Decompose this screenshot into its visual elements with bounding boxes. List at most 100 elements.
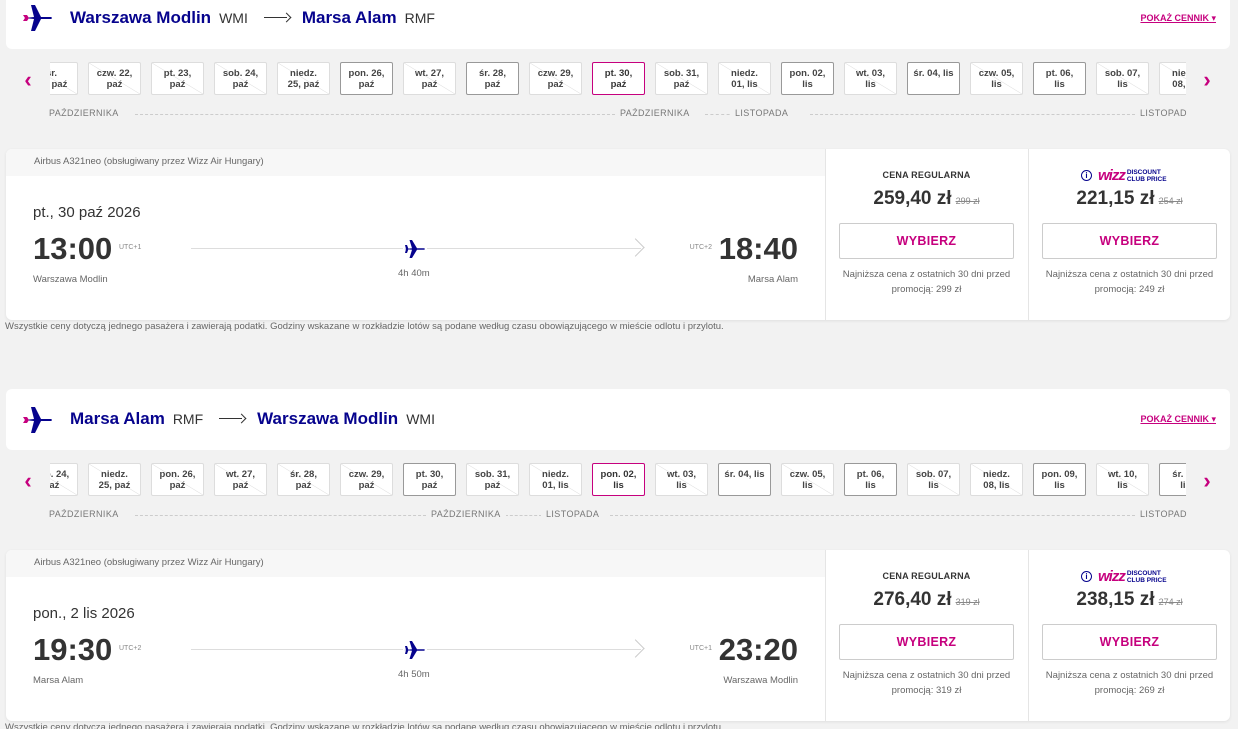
date-cell-day: niedz. — [731, 68, 758, 79]
date-cell-month: lis — [991, 79, 1002, 90]
date-cell-day: niedz. — [1172, 68, 1186, 79]
date-cell[interactable]: niedz. 25, paź — [88, 463, 141, 496]
date-cell-day: niedz. — [983, 469, 1010, 480]
select-regular-button[interactable]: WYBIERZ — [839, 223, 1014, 259]
departure-city: Marsa Alam — [33, 675, 84, 686]
date-cell[interactable]: sob. 31, paź — [655, 62, 708, 95]
chevron-down-icon: ▾ — [1211, 13, 1216, 23]
date-cell[interactable]: wt. 03, lis — [655, 463, 708, 496]
date-cell-month: 25, paź — [98, 480, 131, 491]
date-cell[interactable]: śr. 11,lis — [1159, 463, 1186, 496]
date-cell-day: śr. — [50, 68, 58, 79]
select-discount-club-button[interactable]: WYBIERZ — [1042, 624, 1217, 660]
date-cell[interactable]: czw. 29, paź — [529, 62, 582, 95]
chevron-right-icon[interactable]: › — [1199, 470, 1215, 492]
date-cell[interactable]: wt. 27, paź — [403, 62, 456, 95]
plane-icon — [403, 639, 427, 661]
discount-club-price-value: 221,15 zł — [1076, 188, 1155, 209]
info-icon[interactable]: i — [1081, 170, 1092, 181]
date-list: sob. 24,paźniedz.25, paźpon. 26,paźwt. 2… — [50, 463, 1186, 499]
show-price-list-link[interactable]: POKAŻ CENNIK ▾ — [1140, 414, 1216, 425]
date-cell[interactable]: niedz. 01, lis — [529, 463, 582, 496]
date-cell[interactable]: pt. 06, lis — [844, 463, 897, 496]
date-cell-selected[interactable]: pt. 30, paź — [592, 62, 645, 95]
date-cell[interactable]: śr. 04, lis — [718, 463, 771, 496]
date-cell-day: pt. 30, — [415, 469, 444, 480]
date-cell[interactable]: wt. 10, lis — [1096, 463, 1149, 496]
date-cell-day: czw. 05, — [978, 68, 1015, 79]
date-cell-selected[interactable]: pon. 02, lis — [592, 463, 645, 496]
date-cell-day: pt. 30, — [604, 68, 633, 79]
flight-card: Airbus A321neo (obsługiwany przez Wizz A… — [6, 550, 1230, 721]
select-regular-button[interactable]: WYBIERZ — [839, 624, 1014, 660]
date-cell[interactable]: pon. 26, paź — [151, 463, 204, 496]
date-cell-month: paź — [673, 79, 690, 90]
arrival-city: Warszawa Modlin — [723, 675, 798, 686]
date-cell-day: sob. 07, — [915, 469, 952, 480]
route-arrow-icon — [626, 639, 645, 658]
date-cell-month: lis — [676, 480, 687, 491]
date-cell-month: paź — [295, 480, 312, 491]
date-list: śr.21, paź czw. 22,paź pt. 23,paź sob. 24,p… — [50, 62, 1186, 98]
date-cell-day: sob. 31, — [663, 68, 700, 79]
date-cell[interactable]: sob. 07, lis — [907, 463, 960, 496]
date-cell[interactable]: wt. 03, lis — [844, 62, 897, 95]
wizz-discount-club-logo: wizz DISCOUNT CLUB PRICE — [1098, 568, 1167, 585]
info-icon[interactable]: i — [1081, 571, 1092, 582]
select-discount-club-button[interactable]: WYBIERZ — [1042, 223, 1217, 259]
date-cell[interactable]: czw. 29, paź — [340, 463, 393, 496]
date-cell[interactable]: pon. 02, lis — [781, 62, 834, 95]
date-cell-day: śr. 04, lis — [913, 68, 954, 79]
date-cell[interactable]: śr. 28, paź — [466, 62, 519, 95]
date-cell-day: pon. 02, — [600, 469, 637, 480]
discount-club-fare: i wizz DISCOUNT CLUB PRICE 221,15 zł 254 z… — [1028, 149, 1230, 320]
date-cell-month: paź — [169, 480, 186, 491]
date-cell[interactable]: niedz. 25, paź — [277, 62, 330, 95]
show-price-list-link[interactable]: POKAŻ CENNIK ▾ — [1140, 13, 1216, 24]
date-cell[interactable]: czw. 05, lis — [970, 62, 1023, 95]
date-cell-day: śr. 28, — [290, 469, 317, 480]
flight-duration: 4h 50m — [398, 669, 430, 680]
chevron-left-icon[interactable]: ‹ — [20, 69, 36, 91]
month-labels: PAŹDZIERNIKA PAŹDZIERNIKA LISTOPADA LISTOPA… — [44, 108, 1192, 120]
departure-time: 19:30 — [33, 632, 113, 667]
date-cell-day: niedz. — [290, 68, 317, 79]
date-cell[interactable]: sob. 24,paź — [50, 463, 78, 496]
month-divider — [135, 114, 615, 115]
route-header: Warszawa Modlin WMI Marsa Alam RMF POKAŻ… — [6, 0, 1230, 49]
date-cell[interactable]: pt. 30, paź — [403, 463, 456, 496]
route-title: Marsa Alam RMF Warszawa Modlin WMI — [70, 409, 439, 429]
date-cell[interactable]: śr.21, paź — [50, 62, 78, 95]
date-cell-day: pt. 06, — [1045, 68, 1074, 79]
date-cell[interactable]: niedz.08, lis — [1159, 62, 1186, 95]
date-cell[interactable]: niedz. 01, lis — [718, 62, 771, 95]
date-cell[interactable]: sob. 24,paź — [214, 62, 267, 95]
date-selector: ‹ śr.21, paź czw. 22,paź pt. 23,paź sob. 24… — [0, 62, 1238, 98]
date-cell[interactable]: sob. 07, lis — [1096, 62, 1149, 95]
date-cell[interactable]: sob. 31, paź — [466, 463, 519, 496]
chevron-right-icon[interactable]: › — [1199, 69, 1215, 91]
date-cell[interactable]: niedz.08, lis — [970, 463, 1023, 496]
date-cell-month: lis — [865, 480, 876, 491]
price-footnote: Wszystkie ceny dotyczą jednego pasażera … — [5, 722, 724, 729]
date-cell[interactable]: wt. 27, paź — [214, 463, 267, 496]
month-label: LISTOPAD — [1135, 108, 1192, 118]
month-label: LISTOPAD — [1135, 509, 1192, 519]
date-cell[interactable]: pon. 09, lis — [1033, 463, 1086, 496]
date-cell[interactable]: śr. 28, paź — [277, 463, 330, 496]
date-cell[interactable]: czw. 05, lis — [781, 463, 834, 496]
date-cell[interactable]: śr. 04, lis — [907, 62, 960, 95]
arrow-right-icon — [263, 13, 290, 23]
date-cell[interactable]: pt. 23, paź — [151, 62, 204, 95]
plane-icon — [23, 5, 52, 31]
month-divider — [505, 515, 542, 516]
origin-city: Marsa Alam — [70, 409, 165, 428]
date-cell[interactable]: czw. 22, paź — [88, 62, 141, 95]
date-cell[interactable]: pon. 26, paź — [340, 62, 393, 95]
date-cell[interactable]: pt. 06, lis — [1033, 62, 1086, 95]
discount-club-price-old: 254 zł — [1158, 196, 1183, 206]
date-cell-day: pon. 26, — [159, 469, 196, 480]
date-cell-month: paź — [484, 79, 501, 90]
date-cell-month: lis — [1054, 79, 1065, 90]
chevron-left-icon[interactable]: ‹ — [20, 470, 36, 492]
